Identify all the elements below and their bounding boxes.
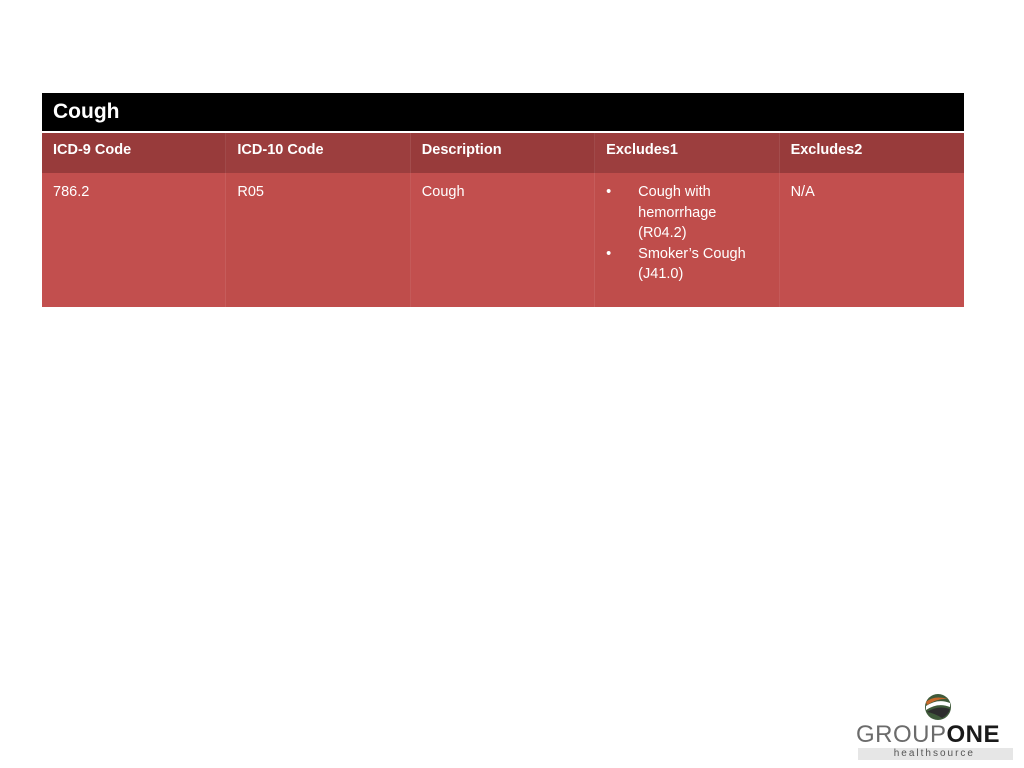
logo-word-group: GROUP [856, 721, 947, 748]
slide: Cough ICD-9 Code ICD-10 Code Description… [0, 0, 1024, 768]
excludes1-list: • Cough with hemorrhage (R04.2) • Smoker… [606, 182, 767, 285]
table-title-bar: Cough [42, 93, 964, 133]
icd-code-table: Cough ICD-9 Code ICD-10 Code Description… [42, 93, 964, 307]
logo-wordmark: GROUPONE [856, 723, 1000, 747]
header-excludes1: Excludes1 [595, 133, 780, 173]
groupone-logo: GROUPONE healthsource [856, 693, 1016, 761]
table-title: Cough [53, 100, 120, 123]
bullet-icon: • [606, 245, 612, 262]
logo-globe-icon [925, 694, 951, 720]
cell-description: Cough [410, 173, 596, 307]
header-icd10: ICD-10 Code [226, 133, 411, 173]
header-description: Description [410, 133, 596, 173]
cell-icd10: R05 [226, 173, 411, 307]
table-row: 786.2 R05 Cough • Cough with hemorrhage … [42, 173, 964, 307]
cell-icd9: 786.2 [42, 173, 227, 307]
logo-tagline: healthsource [858, 748, 1013, 760]
cell-excludes1: • Cough with hemorrhage (R04.2) • Smoker… [595, 173, 780, 307]
list-item: • Smoker’s Cough (J41.0) [606, 244, 767, 285]
table-header-row: ICD-9 Code ICD-10 Code Description Exclu… [42, 133, 964, 173]
cell-excludes2: N/A [779, 173, 964, 307]
excludes1-item-text: Cough with hemorrhage (R04.2) [638, 184, 717, 241]
header-icd9: ICD-9 Code [42, 133, 227, 173]
header-excludes2: Excludes2 [779, 133, 964, 173]
excludes1-item-text: Smoker’s Cough (J41.0) [638, 245, 746, 283]
logo-word-one: ONE [946, 721, 1001, 748]
list-item: • Cough with hemorrhage (R04.2) [606, 182, 767, 244]
bullet-icon: • [606, 184, 612, 200]
